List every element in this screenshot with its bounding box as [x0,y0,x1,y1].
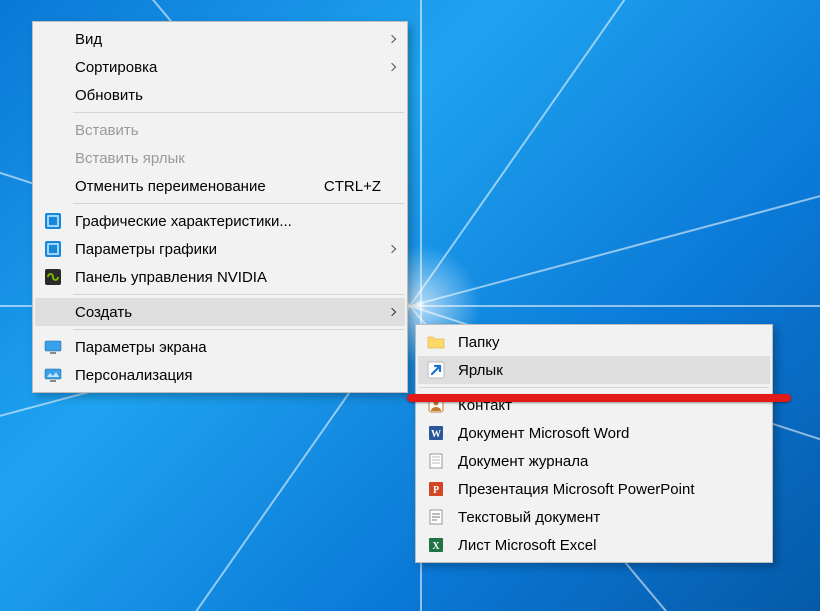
new-submenu: Папку Ярлык Контакт W Документ Microsoft… [415,324,773,563]
menu-label: Графические характеристики... [75,213,381,230]
menu-item-paste: Вставить [35,116,405,144]
journal-icon [426,451,446,471]
chevron-right-icon [388,245,396,253]
menu-item-view[interactable]: Вид [35,25,405,53]
menu-label: Отменить переименование [75,178,324,195]
menu-separator [419,387,769,388]
menu-shortcut: CTRL+Z [324,178,381,195]
menu-separator [73,294,404,295]
menu-label: Документ Microsoft Word [458,425,746,442]
menu-label: Документ журнала [458,453,746,470]
powerpoint-icon: P [426,479,446,499]
menu-label: Создать [75,304,381,321]
menu-label: Параметры экрана [75,339,381,356]
menu-item-refresh[interactable]: Обновить [35,81,405,109]
desktop-wallpaper[interactable]: Вид Сортировка Обновить Вставить Вставит… [0,0,820,611]
menu-item-undo-rename[interactable]: Отменить переименование CTRL+Z [35,172,405,200]
menu-separator [73,112,404,113]
desktop-context-menu: Вид Сортировка Обновить Вставить Вставит… [32,21,408,393]
svg-text:P: P [433,485,439,496]
submenu-item-folder[interactable]: Папку [418,328,770,356]
menu-label: Сортировка [75,59,381,76]
submenu-item-text[interactable]: Текстовый документ [418,503,770,531]
menu-label: Текстовый документ [458,509,746,526]
submenu-item-journal[interactable]: Документ журнала [418,447,770,475]
menu-label: Вставить ярлык [75,150,381,167]
menu-label: Параметры графики [75,241,381,258]
monitor-icon [43,337,63,357]
submenu-item-word[interactable]: W Документ Microsoft Word [418,419,770,447]
shortcut-icon [426,360,446,380]
menu-item-nvidia[interactable]: Панель управления NVIDIA [35,263,405,291]
menu-item-paste-shortcut: Вставить ярлык [35,144,405,172]
menu-item-display-settings[interactable]: Параметры экрана [35,333,405,361]
nvidia-icon [43,267,63,287]
menu-item-sort[interactable]: Сортировка [35,53,405,81]
menu-item-graphics-params[interactable]: Параметры графики [35,235,405,263]
menu-label: Обновить [75,87,381,104]
menu-label: Вид [75,31,381,48]
intel-graphics-icon [43,211,63,231]
menu-label: Ярлык [458,362,746,379]
menu-label: Персонализация [75,367,381,384]
text-file-icon [426,507,446,527]
menu-label: Презентация Microsoft PowerPoint [458,481,746,498]
annotation-highlight [407,394,791,402]
menu-label: Панель управления NVIDIA [75,269,381,286]
intel-graphics-icon [43,239,63,259]
menu-separator [73,329,404,330]
menu-label: Папку [458,334,746,351]
menu-item-personalize[interactable]: Персонализация [35,361,405,389]
chevron-right-icon [388,35,396,43]
submenu-item-powerpoint[interactable]: P Презентация Microsoft PowerPoint [418,475,770,503]
svg-text:X: X [432,541,440,552]
excel-icon: X [426,535,446,555]
submenu-item-shortcut[interactable]: Ярлык [418,356,770,384]
submenu-item-excel[interactable]: X Лист Microsoft Excel [418,531,770,559]
menu-separator [73,203,404,204]
personalize-icon [43,365,63,385]
menu-label: Вставить [75,122,381,139]
svg-text:W: W [431,429,441,440]
menu-item-new[interactable]: Создать [35,298,405,326]
menu-item-graphics-properties[interactable]: Графические характеристики... [35,207,405,235]
folder-icon [426,332,446,352]
menu-label: Лист Microsoft Excel [458,537,746,554]
chevron-right-icon [388,63,396,71]
word-icon: W [426,423,446,443]
chevron-right-icon [388,308,396,316]
